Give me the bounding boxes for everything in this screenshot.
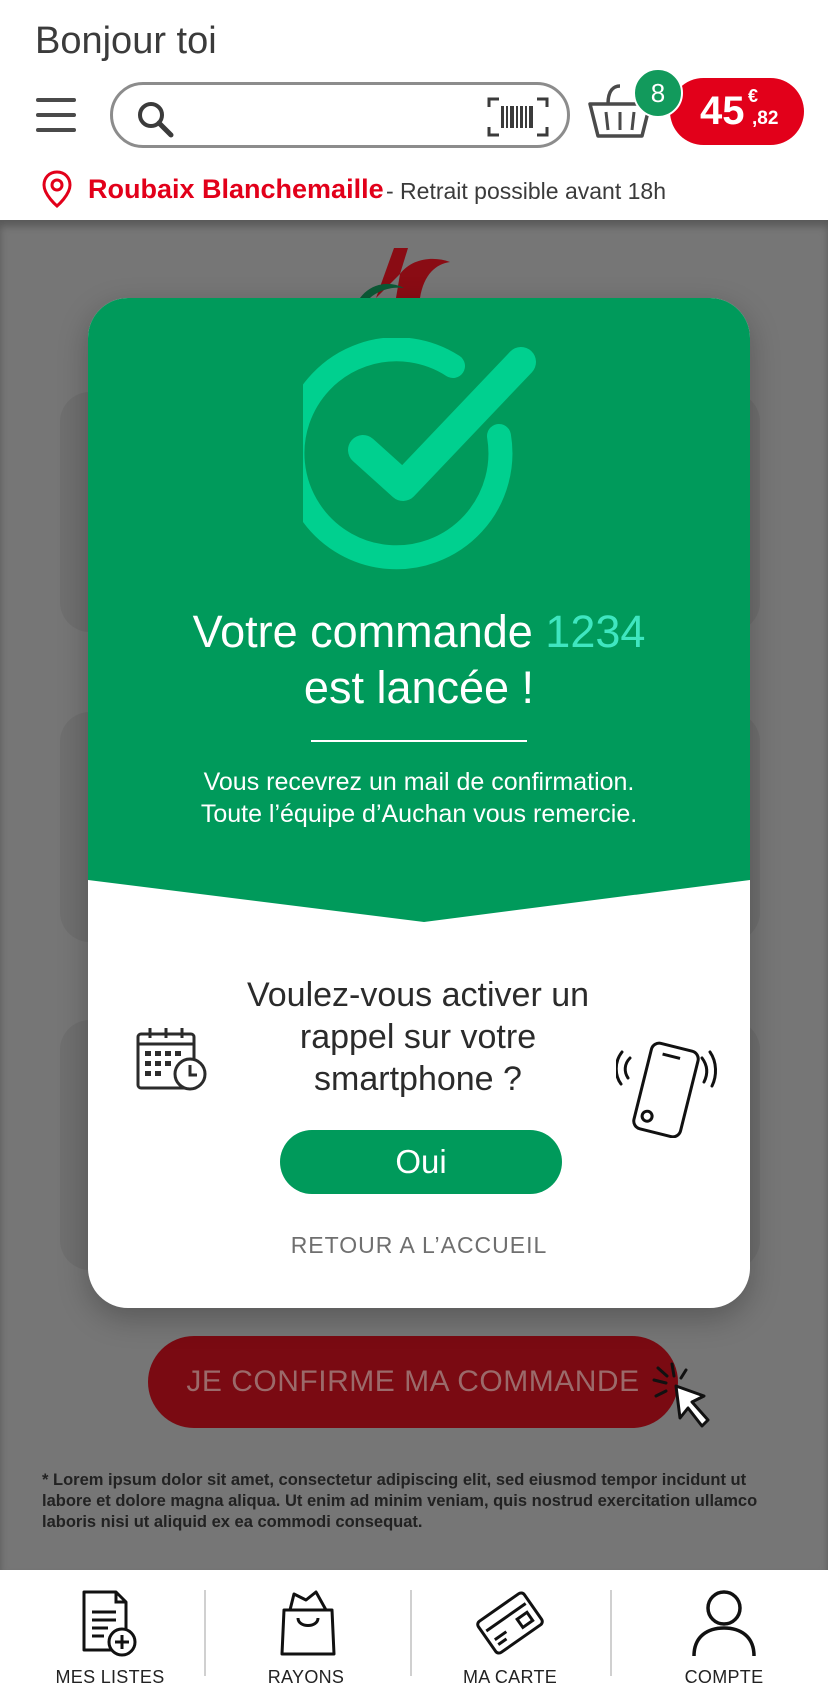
loyalty-card-icon	[476, 1591, 544, 1655]
click-cursor-icon	[652, 1362, 710, 1428]
basket-count-badge: 8	[633, 68, 683, 118]
title-divider	[311, 740, 527, 742]
yes-button[interactable]: Oui	[280, 1130, 562, 1194]
check-circle-icon	[303, 338, 536, 570]
price-main: 45	[700, 89, 745, 133]
search-icon[interactable]	[135, 99, 175, 139]
nav-item-ma-carte[interactable]: MA CARTE	[420, 1570, 600, 1702]
confirmation-message: Vous recevrez un mail de confirmation. T…	[88, 766, 750, 830]
bottom-navigation: MES LISTES RAYONS MA CARTE COMPTE	[0, 1570, 828, 1702]
barcode-scan-icon[interactable]	[487, 97, 549, 137]
reminder-question: Voulez-vous activer un rappel sur votre …	[246, 976, 590, 1098]
hamburger-menu-icon[interactable]	[36, 98, 76, 132]
pickup-info: - Retrait possible avant 18h	[386, 178, 666, 204]
modal-title: Votre commande 1234 est lancée !	[88, 604, 750, 716]
cart-total-button[interactable]: 45 € ,82	[670, 78, 804, 145]
title-part1: Votre commande	[192, 606, 533, 657]
nav-item-mes-listes[interactable]: MES LISTES	[20, 1570, 200, 1702]
nav-label: MES LISTES	[55, 1667, 165, 1687]
message-line1: Vous recevrez un mail de confirmation.	[203, 768, 635, 796]
user-icon	[692, 1590, 756, 1657]
message-line2: Toute l’équipe d’Auchan vous remercie.	[200, 800, 638, 828]
phone-vibrate-icon	[616, 1041, 717, 1138]
footnote-text: * Lorem ipsum dolor sit amet, consectetu…	[42, 1471, 758, 1531]
title-part2: est lancée !	[303, 662, 535, 713]
price-cents: ,82	[752, 108, 779, 129]
nav-item-rayons[interactable]: RAYONS	[216, 1570, 396, 1702]
price-currency: €	[748, 86, 759, 106]
nav-label: RAYONS	[267, 1667, 345, 1687]
list-add-icon	[82, 1590, 137, 1657]
nav-divider	[410, 1590, 412, 1676]
auchan-logo-icon	[360, 248, 450, 298]
greeting-title: Bonjour toi	[35, 20, 217, 62]
nav-label: COMPTE	[684, 1667, 764, 1687]
nav-item-compte[interactable]: COMPTE	[634, 1570, 814, 1702]
order-confirmation-modal: Votre commande 1234 est lancée ! Vous re…	[88, 298, 750, 1308]
store-name-link[interactable]: Roubaix Blanchemaille	[88, 174, 384, 205]
nav-divider	[204, 1590, 206, 1676]
location-pin-icon	[42, 170, 72, 208]
back-to-home-link[interactable]: RETOUR A L’ACCUEIL	[88, 1232, 750, 1259]
confirm-order-button[interactable]: JE CONFIRME MA COMMANDE	[148, 1336, 678, 1428]
shopping-bag-icon	[280, 1590, 336, 1656]
order-number: 1234	[545, 606, 646, 657]
search-input[interactable]	[191, 95, 485, 137]
nav-label: MA CARTE	[462, 1667, 558, 1687]
search-bar[interactable]	[110, 82, 570, 148]
nav-divider	[610, 1590, 612, 1676]
calendar-clock-icon	[136, 1028, 207, 1091]
